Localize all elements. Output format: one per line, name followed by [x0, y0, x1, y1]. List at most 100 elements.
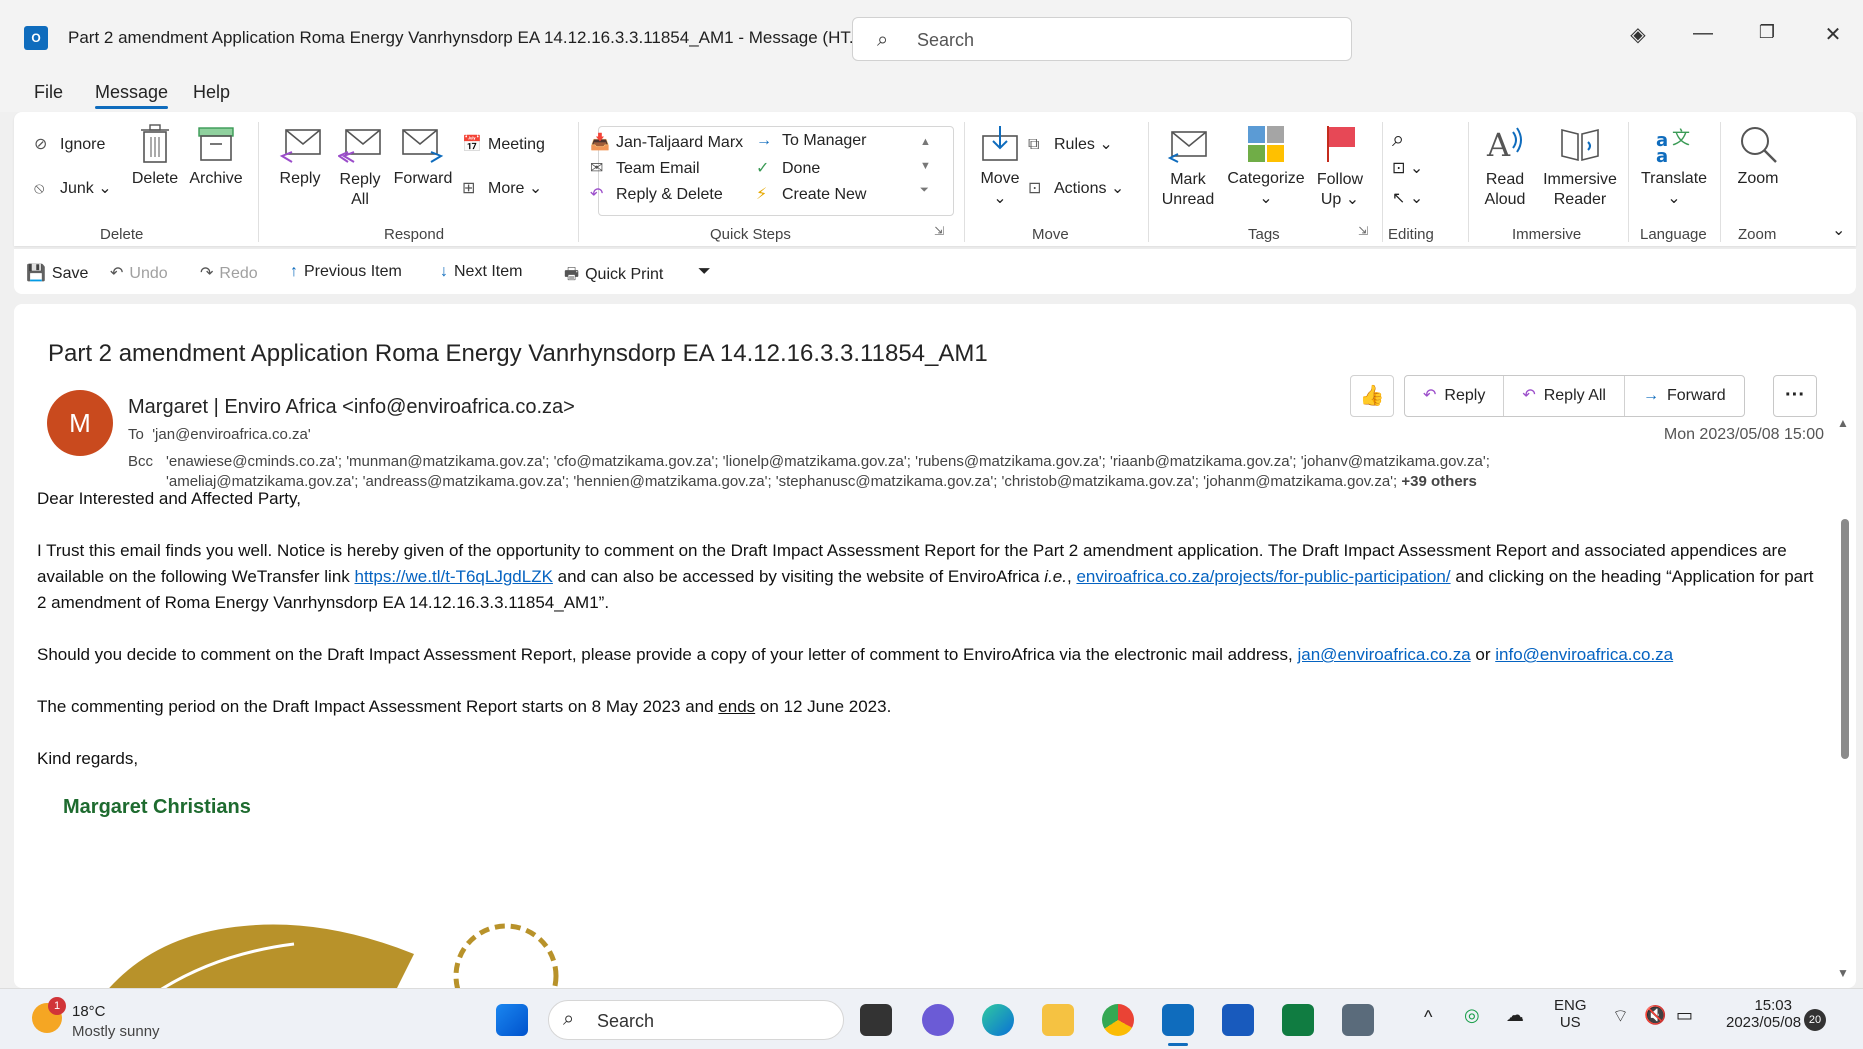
tab-message[interactable]: Message [95, 82, 169, 109]
task-view-icon[interactable] [860, 1004, 892, 1036]
svg-text:A: A [1486, 126, 1511, 164]
like-button[interactable]: 👍 [1350, 375, 1394, 417]
customize-toolbar-chevron-icon[interactable]: ⏷ [698, 263, 711, 281]
paragraph-1: I Trust this email finds you well. Notic… [37, 541, 1814, 612]
quick-step-done[interactable]: ✓ Done [756, 158, 820, 178]
ribbon-collapse-chevron-icon[interactable]: ⌄ [1832, 220, 1845, 240]
clock[interactable]: 15:03 2023/05/08 [1726, 997, 1801, 1031]
active-indicator [1168, 1043, 1188, 1046]
scroll-down-arrow-icon[interactable]: ▼ [1837, 966, 1849, 980]
group-label-respond: Respond [384, 226, 445, 243]
separator [1628, 122, 1629, 242]
quick-step-to-manager[interactable]: → To Manager [756, 132, 867, 150]
quick-step-reply-delete[interactable]: ↶ Reply & Delete [590, 184, 723, 204]
taskbar-search[interactable]: ⌕ Search [548, 1000, 844, 1040]
excel-icon[interactable] [1282, 1004, 1314, 1036]
meeting-button[interactable]: 📅 Meeting [462, 134, 545, 154]
group-label-zoom: Zoom [1738, 226, 1777, 243]
calculator-icon[interactable] [1342, 1004, 1374, 1036]
tab-file[interactable]: File [34, 82, 63, 103]
junk-button[interactable]: ⦸ Junk ⌄ [34, 178, 112, 198]
group-label-delete: Delete [100, 226, 144, 243]
categorize-button[interactable]: Categorize ⌄ [1224, 124, 1308, 208]
language-indicator[interactable]: ENG US [1554, 997, 1587, 1031]
quick-step-team-email[interactable]: ✉ Team Email [590, 158, 700, 178]
reply-all-action-button[interactable]: ↶ Reply All [1504, 376, 1625, 416]
edge-icon[interactable] [982, 1004, 1014, 1036]
immersive-reader-button[interactable]: Immersive Reader [1538, 124, 1622, 210]
undo-button[interactable]: ↶ Undo [110, 263, 168, 283]
find-button[interactable]: ⌕ [1392, 126, 1404, 152]
wetransfer-link[interactable]: https://we.tl/t-T6qLJgdLZK [355, 567, 553, 586]
word-icon[interactable] [1222, 1004, 1254, 1036]
windows-start-icon[interactable] [496, 1004, 528, 1036]
zoom-button[interactable]: Zoom [1726, 124, 1790, 188]
scrollbar-thumb[interactable] [1841, 519, 1849, 759]
sender-name[interactable]: Margaret | Enviro Africa <info@enviroafr… [128, 396, 575, 419]
quick-steps-launcher[interactable]: ⇲ [934, 224, 944, 238]
reply-action-button[interactable]: ↶ Reply [1405, 376, 1505, 416]
close-button[interactable]: ✕ [1818, 22, 1848, 47]
quick-steps-scroll[interactable]: ▲ ▼ ⏷ [920, 130, 931, 202]
email-link-jan[interactable]: jan@enviroafrica.co.za [1298, 645, 1471, 664]
quick-step-jan[interactable]: 📥 Jan-Taljaard Marx [590, 132, 743, 152]
next-item-button[interactable]: ↓ Next Item [440, 263, 522, 281]
battery-icon[interactable]: ▭ [1676, 1005, 1693, 1026]
quick-print-button[interactable]: 🖶 Quick Print [564, 263, 663, 290]
wifi-icon[interactable]: ⌔ [1612, 1005, 1629, 1028]
forward-button[interactable]: Forward [390, 124, 456, 188]
avatar[interactable]: M [47, 390, 113, 456]
message-date: Mon 2023/05/08 15:00 [1663, 426, 1824, 443]
reply-all-button[interactable]: Reply All [332, 124, 388, 210]
reply-button[interactable]: Reply [272, 124, 328, 188]
read-aloud-icon: A [1486, 126, 1522, 164]
archive-button[interactable]: Archive [186, 124, 246, 188]
restore-button[interactable]: ❐ [1752, 22, 1782, 43]
copilot-tray-icon[interactable]: ◎ [1464, 1005, 1480, 1026]
scroll-up-arrow-icon[interactable]: ▲ [1837, 416, 1849, 430]
translate-button[interactable]: a文a Translate ⌄ [1632, 124, 1716, 208]
website-link[interactable]: enviroafrica.co.za/projects/for-public-p… [1076, 567, 1450, 586]
mark-unread-button[interactable]: Mark Unread [1156, 124, 1220, 210]
read-aloud-button[interactable]: A Read Aloud [1472, 124, 1538, 210]
group-label-editing: Editing [1388, 226, 1434, 243]
save-button[interactable]: 💾 Save [26, 263, 88, 283]
speaker-muted-icon[interactable]: 🔇 [1644, 1005, 1666, 1026]
cursor-button[interactable]: ↖ ⌄ [1392, 188, 1423, 208]
more-actions-button[interactable]: ··· [1773, 375, 1817, 417]
redo-button[interactable]: ↷ Redo [200, 263, 258, 283]
move-button[interactable]: Move ⌄ [970, 124, 1030, 208]
rules-button[interactable]: ⧉ Rules ⌄ [1028, 134, 1113, 154]
arrow-right-icon: → [756, 132, 772, 149]
forward-action-button[interactable]: → Forward [1625, 376, 1744, 416]
outlook-taskbar-icon[interactable] [1162, 1004, 1194, 1036]
diamond-icon[interactable]: ◈ [1623, 22, 1653, 47]
chevron-up-icon[interactable]: ^ [1424, 1007, 1432, 1028]
cloud-icon[interactable]: ☁ [1506, 1005, 1524, 1026]
tab-help[interactable]: Help [193, 82, 230, 103]
group-label-tags: Tags [1248, 226, 1280, 243]
archive-icon [198, 127, 234, 161]
file-explorer-icon[interactable] [1042, 1004, 1074, 1036]
more-respond-button[interactable]: ⊞ More ⌄ [462, 178, 542, 198]
delete-button[interactable]: Delete [130, 124, 180, 188]
search-input[interactable]: ⌕ Search [852, 17, 1352, 61]
inbox-icon: 📥 [590, 134, 610, 151]
teams-chat-icon[interactable] [922, 1004, 954, 1036]
to-recipient[interactable]: 'jan@enviroafrica.co.za' [152, 426, 311, 443]
actions-button[interactable]: ⊡ Actions ⌄ [1028, 178, 1124, 198]
follow-up-button[interactable]: Follow Up ⌄ [1310, 124, 1370, 210]
quick-step-create-new[interactable]: ⚡ Create New [756, 184, 866, 204]
minimize-button[interactable]: — [1688, 22, 1718, 45]
previous-item-button[interactable]: ↑ Previous Item [290, 263, 402, 281]
company-logo [109, 923, 559, 988]
email-link-info[interactable]: info@enviroafrica.co.za [1495, 645, 1673, 664]
tags-launcher[interactable]: ⇲ [1358, 224, 1368, 238]
chrome-icon[interactable] [1102, 1004, 1134, 1036]
reply-all-icon [338, 129, 381, 163]
immersive-reader-icon [1561, 128, 1599, 162]
select-button[interactable]: ⊡ ⌄ [1392, 158, 1423, 178]
notification-badge[interactable]: 20 [1804, 1009, 1826, 1031]
ignore-button[interactable]: ⊘ Ignore [34, 134, 105, 154]
bcc-recipients-1[interactable]: 'enawiese@cminds.co.za'; 'munman@matzika… [166, 453, 1490, 470]
